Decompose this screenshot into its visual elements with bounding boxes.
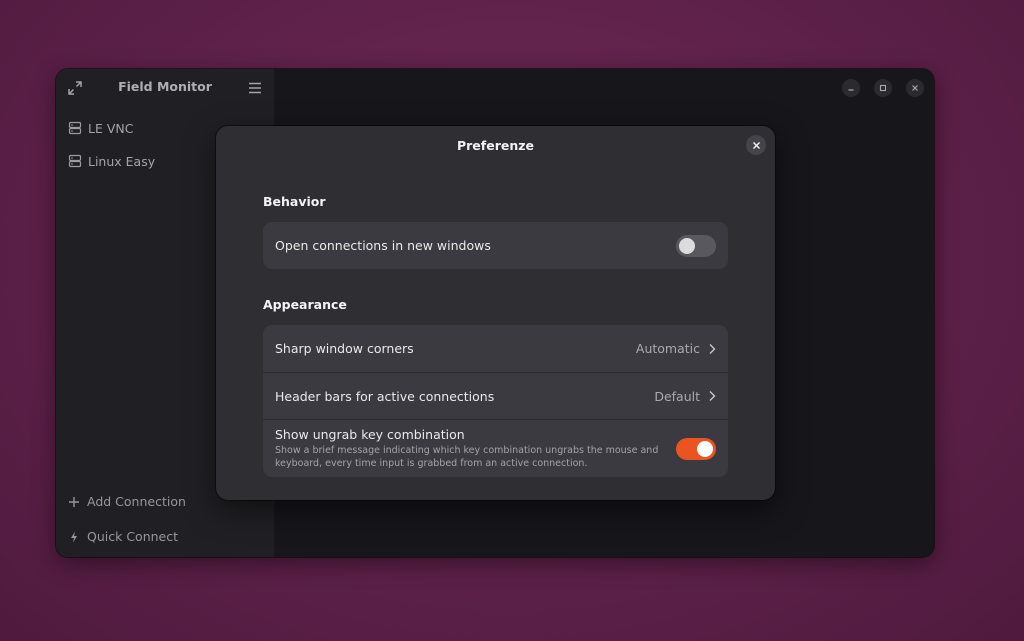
ungrab-toggle[interactable] bbox=[676, 437, 716, 460]
appearance-group: Sharp window corners Automatic Header ba… bbox=[263, 325, 728, 477]
open-new-windows-label: Open connections in new windows bbox=[275, 238, 491, 253]
toggle-knob bbox=[679, 237, 695, 254]
open-new-windows-toggle[interactable] bbox=[676, 234, 716, 257]
sharp-corners-value: Automatic bbox=[635, 341, 700, 356]
header-bars-row[interactable]: Header bars for active connections Defau… bbox=[263, 372, 728, 419]
sharp-corners-row[interactable]: Sharp window corners Automatic bbox=[263, 325, 728, 372]
behavior-heading: Behavior bbox=[263, 194, 326, 209]
dialog-title: Preferenze bbox=[456, 138, 534, 153]
ungrab-description: Show a brief message indicating which ke… bbox=[275, 445, 659, 469]
chevron-right-icon bbox=[709, 391, 716, 401]
header-bars-value: Default bbox=[654, 388, 700, 404]
behavior-group: Open connections in new windows bbox=[263, 222, 728, 269]
chevron-right-icon bbox=[709, 343, 716, 354]
open-new-windows-row[interactable]: Open connections in new windows bbox=[263, 222, 728, 269]
ungrab-row[interactable]: Show ungrab key combination Show a brief… bbox=[263, 419, 728, 477]
ungrab-text: Show ungrab key combination Show a brief… bbox=[275, 427, 676, 470]
dialog-close-button[interactable] bbox=[746, 135, 766, 155]
preferences-dialog: Preferenze Behavior Open connections in … bbox=[216, 126, 775, 500]
appearance-heading: Appearance bbox=[263, 297, 347, 312]
sharp-corners-label: Sharp window corners bbox=[275, 341, 414, 356]
toggle-knob bbox=[697, 440, 713, 457]
close-icon bbox=[752, 141, 760, 149]
ungrab-label: Show ungrab key combination bbox=[275, 427, 465, 442]
header-bars-label: Header bars for active connections bbox=[275, 388, 495, 404]
